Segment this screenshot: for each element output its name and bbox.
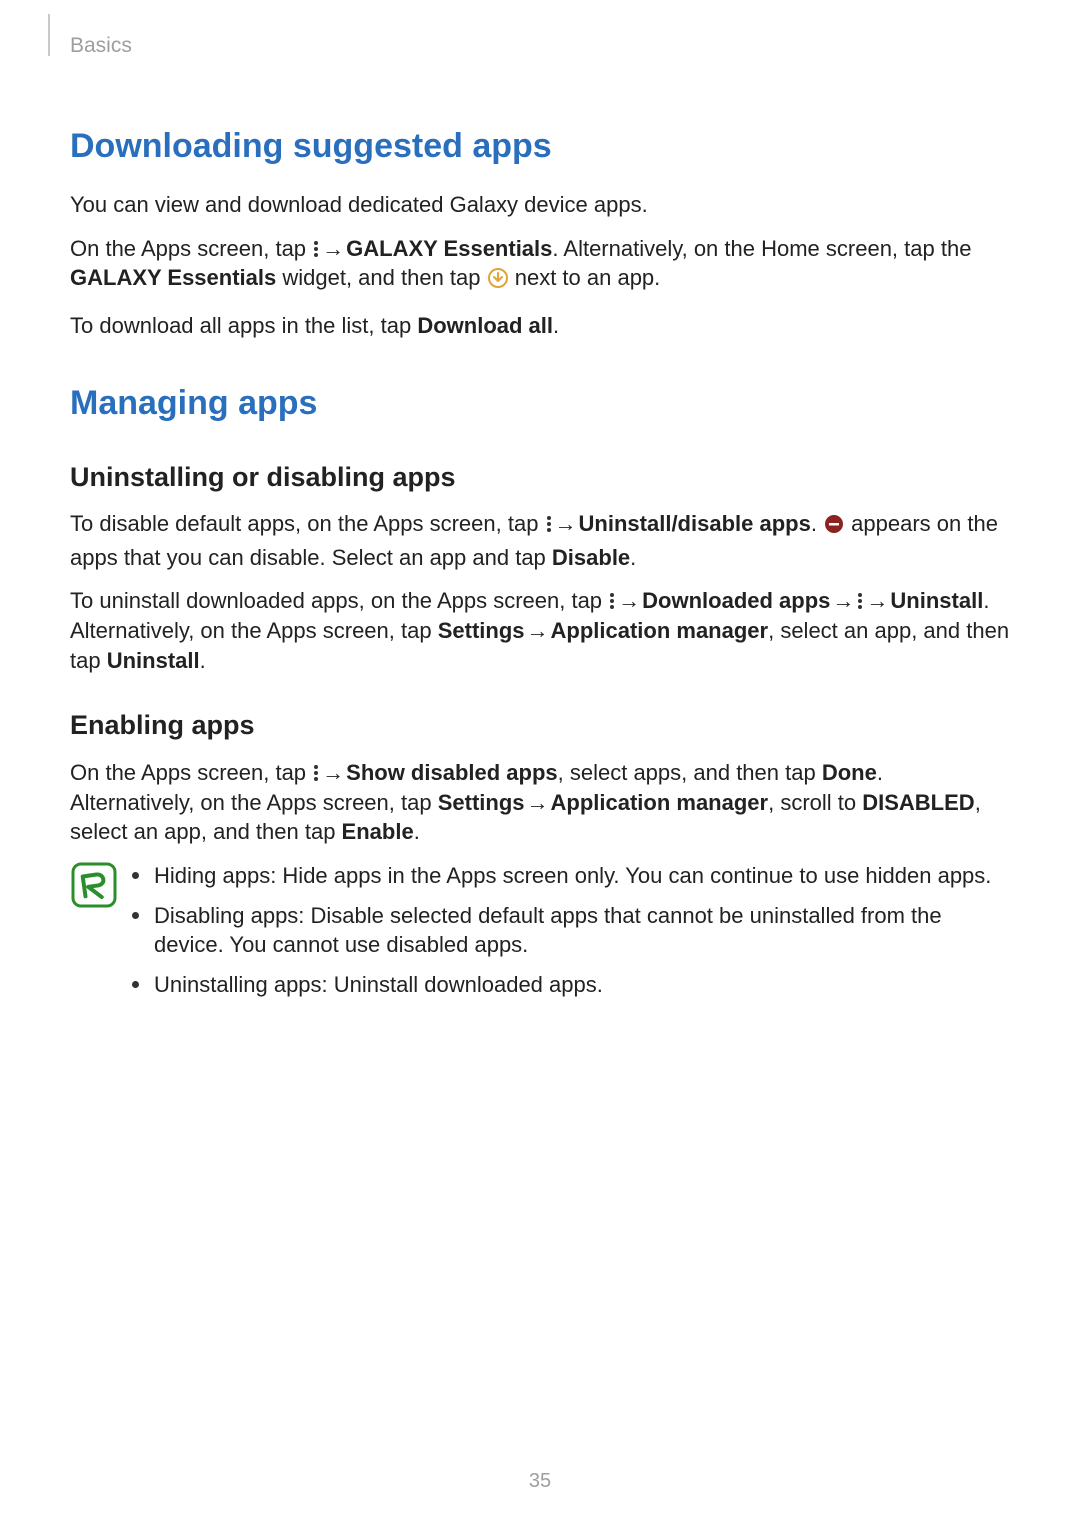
text-bold: Downloaded apps	[642, 588, 830, 613]
text-bold: DISABLED	[862, 790, 974, 815]
heading-downloading-suggested-apps: Downloading suggested apps	[70, 124, 1010, 170]
text-bold: Application manager	[551, 790, 769, 815]
paragraph: To download all apps in the list, tap Do…	[70, 311, 1010, 341]
section-label: Basics	[70, 32, 132, 60]
more-icon	[856, 588, 864, 613]
text: On the Apps screen, tap	[70, 236, 312, 261]
text: To uninstall downloaded apps, on the App…	[70, 588, 608, 613]
paragraph: To uninstall downloaded apps, on the App…	[70, 586, 1010, 675]
more-icon	[312, 760, 320, 785]
text: To download all apps in the list, tap	[70, 313, 417, 338]
text: To disable default apps, on the Apps scr…	[70, 511, 545, 536]
text: On the Apps screen, tap	[70, 760, 312, 785]
text-bold: GALAXY Essentials	[346, 236, 552, 261]
text: widget, and then tap	[276, 265, 486, 290]
text-bold: Uninstall	[890, 588, 983, 613]
paragraph: On the Apps screen, tap → Show disabled …	[70, 758, 1010, 847]
text-bold: Application manager	[551, 618, 769, 643]
more-icon	[312, 236, 320, 261]
header-divider	[48, 14, 50, 56]
text-bold: Uninstall/disable apps	[579, 511, 811, 536]
text: . Alternatively, on the Home screen, tap…	[552, 236, 971, 261]
minus-circle-icon	[823, 513, 845, 543]
text: , select apps, and then tap	[558, 760, 822, 785]
text: .	[414, 819, 420, 844]
subheading-enabling-apps: Enabling apps	[70, 707, 1010, 743]
list-item: Disabling apps: Disable selected default…	[132, 901, 1010, 960]
more-icon	[545, 511, 553, 536]
text-bold: Enable	[342, 819, 414, 844]
text-bold: GALAXY Essentials	[70, 265, 276, 290]
more-icon	[608, 588, 616, 613]
list-item: Hiding apps: Hide apps in the Apps scree…	[132, 861, 1010, 891]
text: .	[200, 648, 206, 673]
text-bold: Download all	[417, 313, 553, 338]
subheading-uninstall-disable: Uninstalling or disabling apps	[70, 459, 1010, 495]
note-list: Hiding apps: Hide apps in the Apps scree…	[132, 861, 1010, 1010]
arrow-icon: →	[322, 234, 344, 264]
paragraph: On the Apps screen, tap → GALAXY Essenti…	[70, 234, 1010, 297]
download-icon	[487, 267, 509, 297]
text: .	[553, 313, 559, 338]
arrow-icon: →	[555, 509, 577, 539]
text-bold: Done	[822, 760, 877, 785]
arrow-icon: →	[618, 586, 640, 616]
text: next to an app.	[509, 265, 661, 290]
paragraph: To disable default apps, on the Apps scr…	[70, 509, 1010, 572]
text: , scroll to	[768, 790, 862, 815]
text: .	[811, 511, 823, 536]
page-content: Downloading suggested apps You can view …	[70, 100, 1010, 1010]
arrow-icon: →	[527, 788, 549, 818]
note-icon	[70, 861, 118, 909]
page-number: 35	[0, 1468, 1080, 1495]
arrow-icon: →	[322, 758, 344, 788]
arrow-icon: →	[527, 616, 549, 646]
text-bold: Disable	[552, 545, 630, 570]
paragraph: You can view and download dedicated Gala…	[70, 190, 1010, 220]
heading-managing-apps: Managing apps	[70, 381, 1010, 427]
text: .	[630, 545, 636, 570]
arrow-icon: →	[832, 586, 854, 616]
text-bold: Uninstall	[107, 648, 200, 673]
note-block: Hiding apps: Hide apps in the Apps scree…	[70, 861, 1010, 1010]
text-bold: Show disabled apps	[346, 760, 557, 785]
arrow-icon: →	[866, 586, 888, 616]
list-item: Uninstalling apps: Uninstall downloaded …	[132, 970, 1010, 1000]
text-bold: Settings	[438, 618, 525, 643]
text-bold: Settings	[438, 790, 525, 815]
